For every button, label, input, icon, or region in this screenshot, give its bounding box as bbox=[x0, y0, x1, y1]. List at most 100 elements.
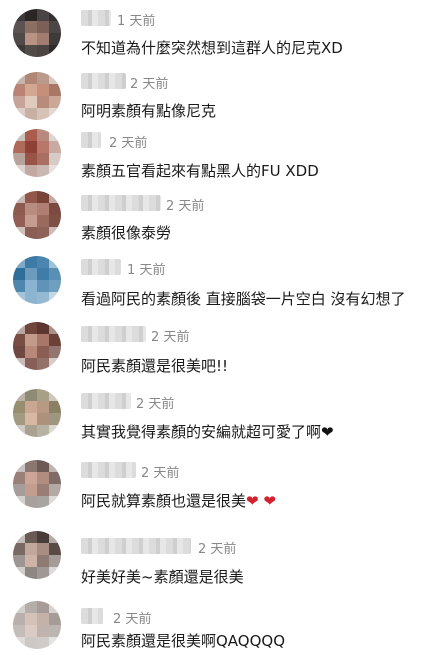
avatar-pixel bbox=[37, 555, 49, 567]
avatar-pixel bbox=[37, 9, 49, 21]
comment-text: 其實我覺得素顏的安編就超可愛了啊❤ bbox=[81, 423, 334, 441]
avatar-pixel bbox=[37, 256, 49, 268]
avatar-pixel bbox=[49, 389, 61, 401]
avatar-pixel bbox=[49, 425, 61, 437]
avatar-pixel bbox=[13, 389, 25, 401]
avatar[interactable] bbox=[13, 322, 61, 370]
avatar-pixel bbox=[49, 33, 61, 45]
username-blurred[interactable] bbox=[81, 538, 191, 554]
avatar-pixel bbox=[25, 334, 37, 346]
avatar[interactable] bbox=[13, 9, 61, 57]
avatar-pixel bbox=[37, 322, 49, 334]
username-blurred[interactable] bbox=[81, 608, 103, 624]
avatar-pixel bbox=[13, 153, 25, 165]
username-blurred[interactable] bbox=[81, 259, 121, 275]
avatar-pixel bbox=[37, 268, 49, 280]
avatar-pixel bbox=[49, 84, 61, 96]
avatar[interactable] bbox=[13, 531, 61, 579]
avatar-pixel bbox=[37, 84, 49, 96]
username-blurred[interactable] bbox=[81, 326, 146, 342]
avatar-pixel bbox=[25, 637, 37, 649]
avatar-pixel bbox=[25, 625, 37, 637]
avatar-pixel bbox=[49, 531, 61, 543]
avatar-pixel bbox=[37, 96, 49, 108]
username-blurred[interactable] bbox=[81, 73, 126, 89]
avatar-pixel bbox=[49, 601, 61, 613]
username-blurred[interactable] bbox=[81, 393, 131, 409]
black-heart-icon: ❤ bbox=[321, 423, 334, 441]
avatar-pixel bbox=[37, 567, 49, 579]
avatar-pixel bbox=[25, 472, 37, 484]
comment-text: 看過阿民的素顏後 直接腦袋一片空白 沒有幻想了 bbox=[81, 290, 406, 308]
comment-timestamp: 2 天前 bbox=[109, 136, 148, 151]
avatar-pixel bbox=[13, 401, 25, 413]
avatar-pixel bbox=[13, 346, 25, 358]
avatar-pixel bbox=[13, 425, 25, 437]
avatar-pixel bbox=[13, 268, 25, 280]
avatar-pixel bbox=[37, 227, 49, 239]
avatar-pixel bbox=[37, 460, 49, 472]
comment-text: 阿民素顏還是很美吧!! bbox=[81, 357, 229, 375]
avatar-pixel bbox=[49, 401, 61, 413]
comment-text: 好美好美~素顏還是很美 bbox=[81, 568, 244, 586]
avatar-pixel bbox=[13, 227, 25, 239]
avatar-pixel bbox=[13, 165, 25, 177]
comment-timestamp: 2 天前 bbox=[136, 397, 175, 412]
comment-timestamp: 2 天前 bbox=[166, 199, 205, 214]
avatar-pixel bbox=[37, 613, 49, 625]
avatar-pixel bbox=[13, 531, 25, 543]
avatar-pixel bbox=[49, 637, 61, 649]
username-blurred[interactable] bbox=[81, 10, 111, 26]
avatar-pixel bbox=[49, 334, 61, 346]
avatar[interactable] bbox=[13, 256, 61, 304]
avatar-pixel bbox=[13, 21, 25, 33]
avatar-pixel bbox=[49, 191, 61, 203]
avatar-pixel bbox=[13, 334, 25, 346]
avatar-pixel bbox=[37, 496, 49, 508]
avatar-pixel bbox=[37, 45, 49, 57]
avatar-pixel bbox=[13, 555, 25, 567]
avatar-pixel bbox=[37, 401, 49, 413]
avatar-pixel bbox=[25, 153, 37, 165]
avatar-pixel bbox=[49, 203, 61, 215]
avatar-pixel bbox=[13, 72, 25, 84]
avatar-pixel bbox=[25, 72, 37, 84]
comment-text: 阿民就算素顏也還是很美❤ ❤ bbox=[81, 492, 276, 510]
avatar[interactable] bbox=[13, 129, 61, 177]
avatar-pixel bbox=[25, 108, 37, 120]
avatar-pixel bbox=[25, 401, 37, 413]
avatar-pixel bbox=[25, 555, 37, 567]
avatar-pixel bbox=[13, 9, 25, 21]
avatar-pixel bbox=[13, 45, 25, 57]
avatar-pixel bbox=[25, 484, 37, 496]
avatar[interactable] bbox=[13, 191, 61, 239]
username-blurred[interactable] bbox=[81, 195, 161, 211]
avatar-pixel bbox=[49, 625, 61, 637]
avatar-pixel bbox=[37, 165, 49, 177]
avatar-pixel bbox=[25, 292, 37, 304]
avatar-pixel bbox=[37, 108, 49, 120]
avatar-pixel bbox=[49, 543, 61, 555]
avatar-pixel bbox=[37, 191, 49, 203]
avatar-pixel bbox=[13, 96, 25, 108]
avatar[interactable] bbox=[13, 460, 61, 508]
avatar-pixel bbox=[13, 191, 25, 203]
avatar[interactable] bbox=[13, 72, 61, 120]
avatar[interactable] bbox=[13, 389, 61, 437]
avatar-pixel bbox=[37, 141, 49, 153]
avatar-pixel bbox=[49, 9, 61, 21]
username-blurred[interactable] bbox=[81, 462, 136, 478]
comment-text: 阿民素顏還是很美啊QAQQQQ bbox=[81, 632, 286, 650]
avatar[interactable] bbox=[13, 601, 61, 649]
avatar-pixel bbox=[25, 165, 37, 177]
avatar-pixel bbox=[13, 203, 25, 215]
avatar-pixel bbox=[13, 108, 25, 120]
avatar-pixel bbox=[49, 555, 61, 567]
avatar-pixel bbox=[37, 129, 49, 141]
username-blurred[interactable] bbox=[81, 132, 101, 148]
avatar-pixel bbox=[49, 227, 61, 239]
avatar-pixel bbox=[13, 413, 25, 425]
avatar-pixel bbox=[37, 292, 49, 304]
avatar-pixel bbox=[25, 601, 37, 613]
avatar-pixel bbox=[13, 567, 25, 579]
